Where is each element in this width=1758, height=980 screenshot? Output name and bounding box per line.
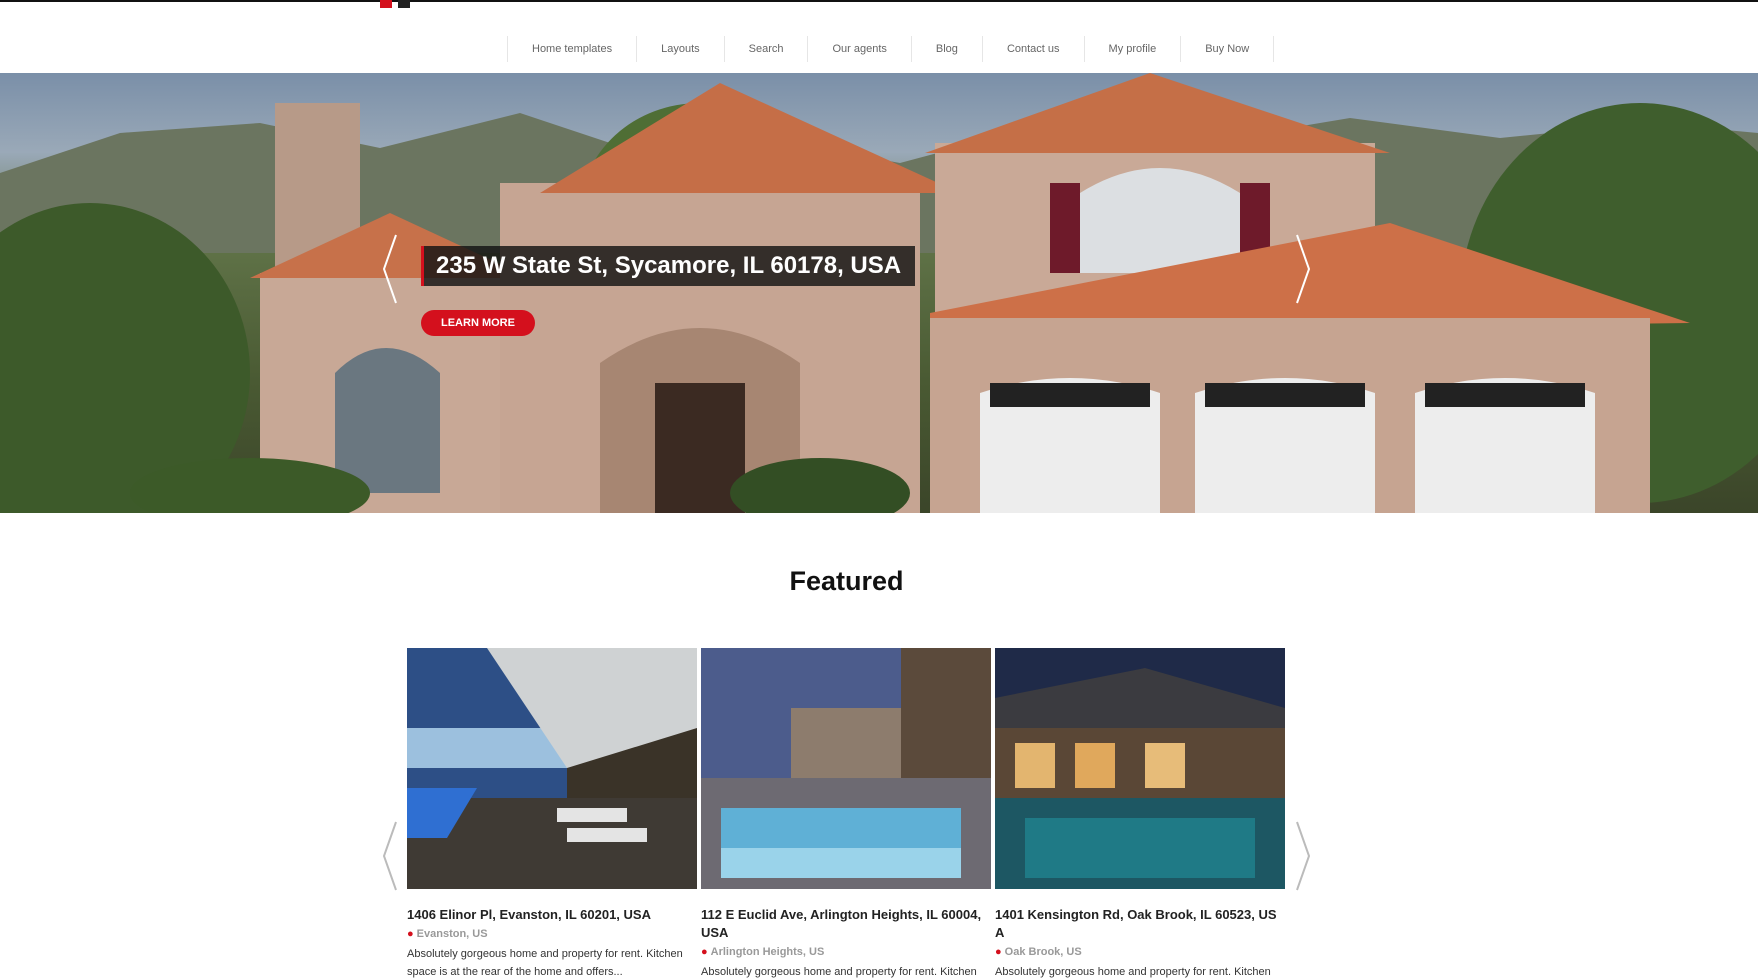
property-title[interactable]: 1406 Elinor Pl, Evanston, IL 60201, USA xyxy=(407,906,697,924)
property-description: Absolutely gorgeous home and property fo… xyxy=(407,948,683,978)
logo-mark-red xyxy=(380,0,392,8)
property-description: Absolutely gorgeous home and property fo… xyxy=(995,966,1271,978)
learn-more-button[interactable]: LEARN MORE xyxy=(421,310,535,336)
hero-prev-chevron-left-icon[interactable] xyxy=(380,233,400,305)
property-photo[interactable] xyxy=(701,648,991,889)
property-card[interactable]: 112 E Euclid Ave, Arlington Heights, IL … xyxy=(701,648,991,980)
property-card[interactable]: 1406 Elinor Pl, Evanston, IL 60201, USA … xyxy=(407,648,697,980)
featured-cards: 1406 Elinor Pl, Evanston, IL 60201, USA … xyxy=(407,648,1287,980)
nav-item-buy-now[interactable]: Buy Now xyxy=(1180,36,1275,62)
map-pin-icon: ● xyxy=(995,946,1002,958)
property-location-text: Oak Brook, US xyxy=(1004,946,1082,958)
nav-item-home-templates[interactable]: Home templates xyxy=(507,36,636,62)
property-location-text: Evanston, US xyxy=(416,928,488,940)
hero-address-title: 235 W State St, Sycamore, IL 60178, USA xyxy=(436,252,902,279)
main-navigation: Home templates Layouts Search Our agents… xyxy=(507,36,1275,62)
featured-next-chevron-right-icon[interactable] xyxy=(1293,820,1313,892)
featured-heading: Featured xyxy=(789,566,904,596)
top-border xyxy=(0,0,1758,2)
property-location: ● Oak Brook, US xyxy=(995,944,1285,960)
property-title[interactable]: 112 E Euclid Ave, Arlington Heights, IL … xyxy=(701,906,991,942)
nav-item-my-profile[interactable]: My profile xyxy=(1083,36,1181,62)
nav-item-contact-us[interactable]: Contact us xyxy=(981,36,1084,62)
site-logo[interactable] xyxy=(380,0,410,8)
hero-caption: 235 W State St, Sycamore, IL 60178, USA xyxy=(421,246,916,286)
logo-mark-dark xyxy=(398,0,410,8)
nav-item-blog[interactable]: Blog xyxy=(910,36,982,62)
hero-house-image xyxy=(0,73,1758,513)
nav-item-search[interactable]: Search xyxy=(723,36,808,62)
hero-slider: 235 W State St, Sycamore, IL 60178, USA … xyxy=(0,73,1758,513)
hero-next-chevron-right-icon[interactable] xyxy=(1293,233,1313,305)
property-photo[interactable] xyxy=(995,648,1285,889)
featured-prev-chevron-left-icon[interactable] xyxy=(380,820,400,892)
property-location: ● Evanston, US xyxy=(407,926,697,942)
property-location-text: Arlington Heights, US xyxy=(710,946,825,958)
nav-item-our-agents[interactable]: Our agents xyxy=(807,36,910,62)
property-title[interactable]: 1401 Kensington Rd, Oak Brook, IL 60523,… xyxy=(995,906,1285,942)
property-location: ● Arlington Heights, US xyxy=(701,944,991,960)
property-description: Absolutely gorgeous home and property fo… xyxy=(701,966,977,978)
property-card[interactable]: 1401 Kensington Rd, Oak Brook, IL 60523,… xyxy=(995,648,1285,980)
property-photo[interactable] xyxy=(407,648,697,889)
map-pin-icon: ● xyxy=(407,928,414,940)
map-pin-icon: ● xyxy=(701,946,708,958)
nav-item-layouts[interactable]: Layouts xyxy=(636,36,724,62)
